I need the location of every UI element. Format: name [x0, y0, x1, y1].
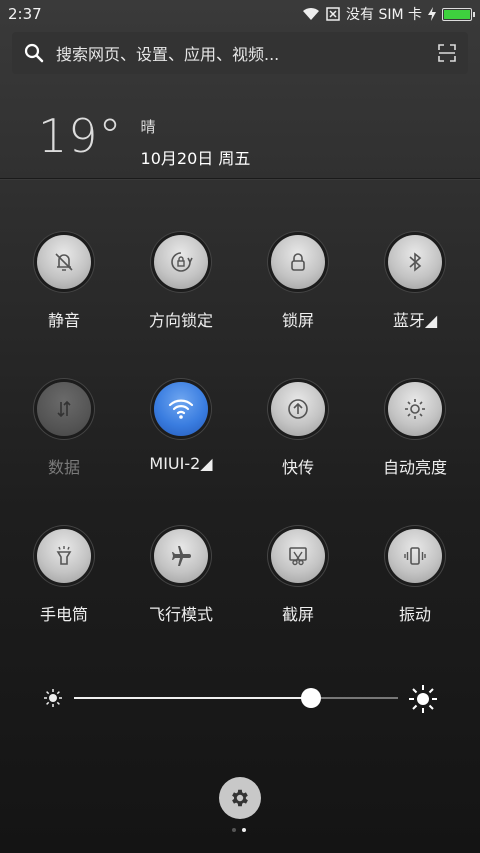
tile-toggle-button[interactable] [388, 382, 442, 436]
tile-label: 锁屏 [281, 311, 314, 330]
bell-mute-icon [51, 249, 77, 275]
wifi-icon [167, 396, 195, 422]
tile-sun[interactable]: 自动亮度 [355, 382, 475, 478]
tile-flashlight[interactable]: 手电筒 [4, 529, 124, 625]
status-time: 2:37 [8, 5, 42, 23]
tile-label: 快传 [281, 458, 314, 477]
tile-label: 数据 [47, 458, 80, 477]
tile-upload[interactable]: 快传 [238, 382, 358, 478]
brightness-track[interactable] [74, 688, 398, 708]
tile-wifi[interactable]: MIUI-2◢ [121, 382, 241, 473]
status-bar: 2:37 没有 SIM 卡 [0, 0, 480, 28]
page-indicator [232, 828, 246, 832]
sun-icon [402, 396, 428, 422]
tile-bell-mute[interactable]: 静音 [4, 235, 124, 331]
status-icons: 没有 SIM 卡 [302, 4, 475, 24]
tile-vibrate[interactable]: 振动 [355, 529, 475, 625]
tile-label: MIUI-2◢ [149, 454, 213, 473]
tile-label: 截屏 [281, 605, 314, 624]
settings-button[interactable] [219, 777, 261, 819]
tile-toggle-button[interactable] [271, 382, 325, 436]
tile-label: 方向锁定 [148, 311, 213, 330]
page-dot-1[interactable] [232, 828, 236, 832]
sim-missing-icon [326, 7, 340, 21]
divider [0, 178, 480, 179]
tile-bluetooth[interactable]: 蓝牙◢ [355, 235, 475, 331]
tile-toggle-button[interactable] [388, 235, 442, 289]
tile-airplane[interactable]: 飞行模式 [121, 529, 241, 625]
weather-condition: 晴 [140, 118, 156, 136]
wifi-status-icon [303, 7, 319, 20]
tile-label: 静音 [47, 311, 80, 330]
tile-label: 手电筒 [39, 605, 88, 624]
charging-icon [428, 7, 436, 21]
tile-toggle-button[interactable] [37, 529, 91, 583]
flashlight-icon [51, 543, 77, 569]
tile-lock[interactable]: 锁屏 [238, 235, 358, 331]
brightness-slider[interactable] [40, 684, 440, 713]
tile-toggle-button[interactable] [37, 382, 91, 436]
carrier-text: 没有 SIM 卡 [346, 7, 422, 23]
tile-toggle-button[interactable] [37, 235, 91, 289]
tile-data-arrows[interactable]: 数据 [4, 382, 124, 478]
tile-toggle-button[interactable] [154, 235, 208, 289]
screenshot-icon [285, 543, 311, 569]
search-bar[interactable]: 搜索网页、设置、应用、视频... [12, 32, 468, 74]
search-placeholder: 搜索网页、设置、应用、视频... [56, 45, 280, 64]
brightness-knob[interactable] [300, 688, 321, 708]
tile-label: 自动亮度 [382, 458, 447, 477]
tile-label: 飞行模式 [148, 605, 213, 624]
weather-temperature: 19° [38, 109, 123, 163]
airplane-icon [168, 543, 194, 569]
tile-toggle-button[interactable] [388, 529, 442, 583]
upload-icon [285, 396, 311, 422]
gear-icon [232, 789, 248, 807]
brightness-low-icon [44, 689, 62, 707]
brightness-high-icon [409, 685, 437, 713]
battery-icon [442, 7, 475, 21]
tile-toggle-button[interactable] [154, 529, 208, 583]
data-arrows-icon [51, 396, 77, 422]
rotation-lock-icon [168, 249, 194, 275]
bluetooth-icon [402, 249, 428, 275]
tile-toggle-button[interactable] [271, 529, 325, 583]
vibrate-icon [402, 543, 428, 569]
page-dot-2[interactable] [242, 828, 246, 832]
brightness-track-fill [74, 697, 311, 699]
weather-date: 10月20日 周五 [140, 149, 251, 168]
tile-label: 蓝牙◢ [392, 311, 438, 330]
tile-rotation-lock[interactable]: 方向锁定 [121, 235, 241, 331]
lock-icon [285, 249, 311, 275]
tile-toggle-button[interactable] [271, 235, 325, 289]
tile-screenshot[interactable]: 截屏 [238, 529, 358, 625]
tile-label: 振动 [398, 605, 431, 624]
tile-toggle-button[interactable] [154, 382, 208, 436]
search-icon [24, 43, 44, 63]
weather-widget[interactable]: 19° 晴 10月20日 周五 [38, 108, 250, 169]
scan-icon[interactable] [438, 44, 456, 62]
